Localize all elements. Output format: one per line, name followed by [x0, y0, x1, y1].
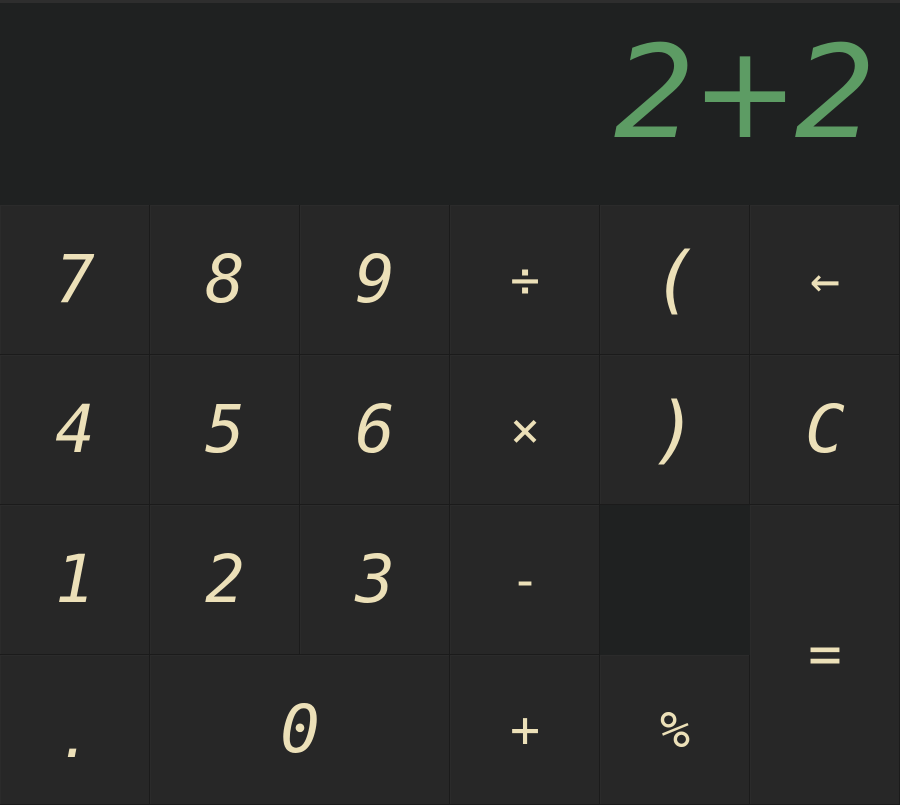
multiply-button[interactable]: × — [450, 355, 600, 505]
plus-button[interactable]: + — [450, 655, 600, 805]
expression-display: 2+2 — [613, 19, 876, 168]
key-4[interactable]: 4 — [0, 355, 150, 505]
close-paren-button[interactable]: ) — [600, 355, 750, 505]
key-2[interactable]: 2 — [150, 505, 300, 655]
key-6[interactable]: 6 — [300, 355, 450, 505]
key-0[interactable]: 0 — [150, 655, 450, 805]
backspace-button[interactable]: ← — [750, 205, 900, 355]
key-1[interactable]: 1 — [0, 505, 150, 655]
key-5[interactable]: 5 — [150, 355, 300, 505]
key-3[interactable]: 3 — [300, 505, 450, 655]
keypad: 7 8 9 ÷ ( ← 4 5 6 × ) C 1 2 3 - = . 0 + … — [0, 205, 900, 805]
key-7[interactable]: 7 — [0, 205, 150, 355]
key-8[interactable]: 8 — [150, 205, 300, 355]
empty-key-slot — [600, 505, 750, 655]
open-paren-button[interactable]: ( — [600, 205, 750, 355]
clear-button[interactable]: C — [750, 355, 900, 505]
calculator-app: 2+2 7 8 9 ÷ ( ← 4 5 6 × ) C 1 2 3 - = . … — [0, 0, 900, 805]
divide-button[interactable]: ÷ — [450, 205, 600, 355]
decimal-point-button[interactable]: . — [0, 655, 150, 805]
calculator-display: 2+2 — [0, 3, 900, 205]
minus-button[interactable]: - — [450, 505, 600, 655]
equals-button[interactable]: = — [750, 505, 900, 805]
key-9[interactable]: 9 — [300, 205, 450, 355]
percent-button[interactable]: % — [600, 655, 750, 805]
